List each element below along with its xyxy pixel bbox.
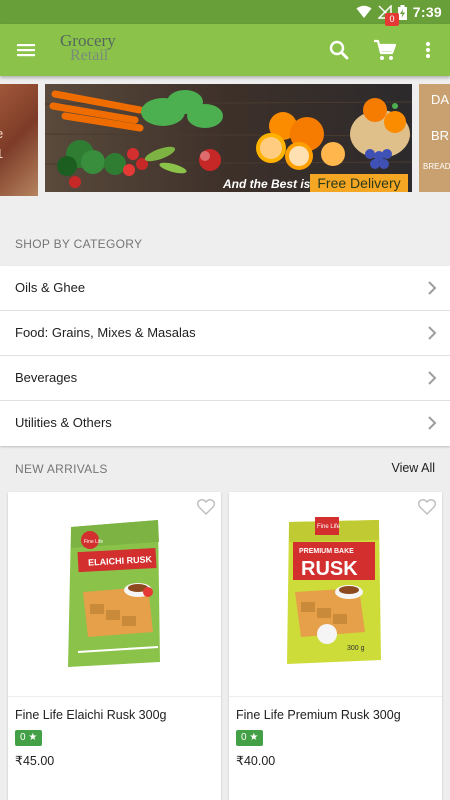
pack-label-large-text: RUSK <box>301 558 358 580</box>
battery-charging-icon <box>397 4 407 20</box>
category-label: Beverages <box>15 370 78 385</box>
wishlist-heart-icon[interactable] <box>196 497 216 517</box>
free-delivery-label: Free Delivery <box>310 174 408 192</box>
banner-slide-current[interactable]: And the Best is Free Delivery <box>45 84 412 192</box>
banner-next-text-2: BR <box>431 128 450 143</box>
banner-carousel[interactable]: e 1 <box>0 78 450 203</box>
category-label: Utilities & Others <box>15 415 112 430</box>
premium-rusk-pack-image: Fine Life PREMIUM BAKE RUSK 300 g <box>287 517 381 664</box>
search-icon[interactable] <box>327 38 351 62</box>
pack-label-text: PREMIUM BAKE <box>299 548 354 555</box>
product-image: Fine Life PREMIUM BAKE RUSK 300 g <box>229 492 442 697</box>
chevron-right-icon <box>428 371 437 385</box>
banner-prev-text-2: 1 <box>0 146 3 161</box>
product-name: Fine Life Premium Rusk 300g <box>236 708 401 722</box>
menu-icon[interactable] <box>14 38 38 62</box>
cart-count-badge: 0 <box>385 13 399 26</box>
logo-line-1: Grocery <box>60 31 116 50</box>
elaichi-rusk-pack-image: ELAICHI RUSK Fine Life <box>68 520 160 667</box>
chevron-right-icon <box>428 326 437 340</box>
category-item-food-grains[interactable]: Food: Grains, Mixes & Masalas <box>0 311 450 356</box>
banner-slide-next[interactable]: DA BR BREAD <box>419 84 450 192</box>
category-item-beverages[interactable]: Beverages <box>0 356 450 401</box>
product-card[interactable]: ELAICHI RUSK Fine Life Fine Life Elaichi… <box>8 492 221 800</box>
chevron-right-icon <box>428 281 437 295</box>
chevron-right-icon <box>428 416 437 430</box>
status-bar: 7:39 <box>0 0 450 24</box>
banner-prev-text-1: e <box>0 126 3 141</box>
pack-brand-text: Fine Life <box>84 539 103 545</box>
banner-next-text-3: BREAD <box>423 162 450 171</box>
product-rating-badge: 0 ★ <box>236 730 264 746</box>
banner-next-text-1: DA <box>431 92 450 107</box>
shop-by-category-heading: SHOP BY CATEGORY <box>15 237 143 251</box>
product-price: ₹40.00 <box>236 754 276 768</box>
pack-brand-text: Fine Life <box>317 524 341 530</box>
category-item-oils-ghee[interactable]: Oils & Ghee <box>0 266 450 311</box>
banner-slide-prev[interactable]: e 1 <box>0 84 38 196</box>
product-name: Fine Life Elaichi Rusk 300g <box>15 708 167 722</box>
product-rating-badge: 0 ★ <box>15 730 43 746</box>
banner-tagline: And the Best is <box>223 177 311 191</box>
status-time: 7:39 <box>412 4 442 20</box>
view-all-link[interactable]: View All <box>391 461 435 475</box>
pack-weight-text: 300 g <box>347 645 365 652</box>
product-card[interactable]: Fine Life PREMIUM BAKE RUSK 300 g Fine L… <box>229 492 442 800</box>
wifi-icon <box>356 5 372 18</box>
category-list: Oils & Ghee Food: Grains, Mixes & Masala… <box>0 266 450 446</box>
more-vert-icon[interactable] <box>420 38 436 62</box>
category-label: Food: Grains, Mixes & Masalas <box>15 325 196 340</box>
logo-line-2: Retail <box>70 47 109 64</box>
new-arrivals-heading: NEW ARRIVALS <box>15 462 108 476</box>
product-image: ELAICHI RUSK Fine Life <box>8 492 221 697</box>
app-logo[interactable]: Grocery Retail <box>60 31 116 64</box>
wishlist-heart-icon[interactable] <box>417 497 437 517</box>
product-price: ₹45.00 <box>15 754 55 768</box>
category-label: Oils & Ghee <box>15 280 86 295</box>
app-bar: Grocery Retail <box>0 24 450 76</box>
category-item-utilities[interactable]: Utilities & Others <box>0 401 450 446</box>
cart-icon[interactable] <box>372 38 398 62</box>
